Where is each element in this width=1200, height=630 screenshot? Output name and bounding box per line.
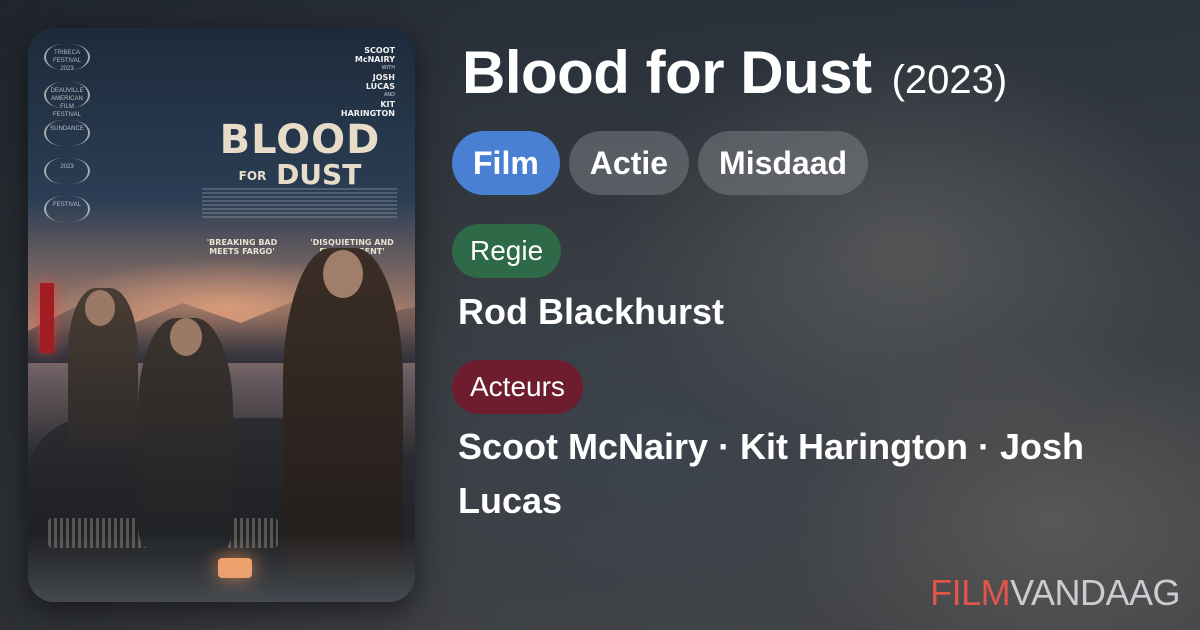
movie-year: (2023): [891, 58, 1008, 102]
credit-line: WITH: [381, 65, 395, 71]
poster-title-for: FOR: [238, 169, 267, 183]
poster-head: [323, 250, 363, 298]
cast-names: Scoot McNairy · Kit Harington · Josh Luc…: [458, 426, 1085, 521]
movie-title: Blood for Dust: [462, 39, 872, 106]
genre-tag-film[interactable]: Film: [452, 131, 560, 195]
credit-line: JOSH: [372, 73, 395, 82]
genre-tag-actie[interactable]: Actie: [568, 131, 690, 195]
laurel-badge: SUNDANCE: [44, 120, 90, 146]
genre-tags: Film Actie Misdaad: [452, 131, 869, 195]
credit-line: KIT: [380, 100, 395, 109]
logo-part-vandaag: VANDAAG: [1010, 572, 1180, 613]
poster-title-line1: BLOOD: [219, 117, 381, 163]
poster-title-word: DUST: [276, 158, 362, 191]
title-row: Blood for Dust (2023): [462, 38, 1007, 107]
credit-line: LUCAS: [365, 82, 395, 91]
poster-title: BLOOD FOR DUST: [205, 120, 395, 191]
poster-fog: [28, 532, 415, 602]
movie-poster: TRIBECA FESTIVAL 2023 DEAUVILLE AMERICAN…: [28, 28, 415, 602]
poster-title-line2: FOR DUST: [205, 160, 395, 191]
laurel-badge: 2023: [44, 158, 90, 184]
poster-head: [170, 318, 202, 356]
genre-tag-misdaad[interactable]: Misdaad: [698, 131, 869, 195]
director-name: Rod Blackhurst: [458, 291, 725, 332]
credit-line: McNAIRY: [354, 55, 395, 64]
logo-part-film: FILM: [930, 572, 1011, 613]
cast-label: Acteurs: [452, 360, 583, 414]
director-label: Regie: [452, 224, 562, 278]
credit-line: AND: [383, 92, 395, 98]
poster-quote: 'BREAKING BAD MEETS FARGO': [206, 238, 278, 256]
poster-credits: SCOOT McNAIRY WITH JOSH LUCAS AND KIT HA…: [341, 46, 395, 118]
filmvandaag-logo[interactable]: FILMVANDAAG: [930, 572, 1180, 614]
festival-laurels: TRIBECA FESTIVAL 2023 DEAUVILLE AMERICAN…: [44, 44, 104, 234]
laurel-badge: DEAUVILLE AMERICAN FILM FESTIVAL: [44, 82, 90, 118]
laurel-badge: FESTIVAL: [44, 196, 90, 222]
laurel-badge: TRIBECA FESTIVAL 2023: [44, 44, 90, 72]
motel-sign: [40, 283, 54, 353]
poster-billing-block: [202, 188, 397, 218]
poster-head: [85, 290, 115, 326]
credit-line: SCOOT: [364, 46, 395, 55]
